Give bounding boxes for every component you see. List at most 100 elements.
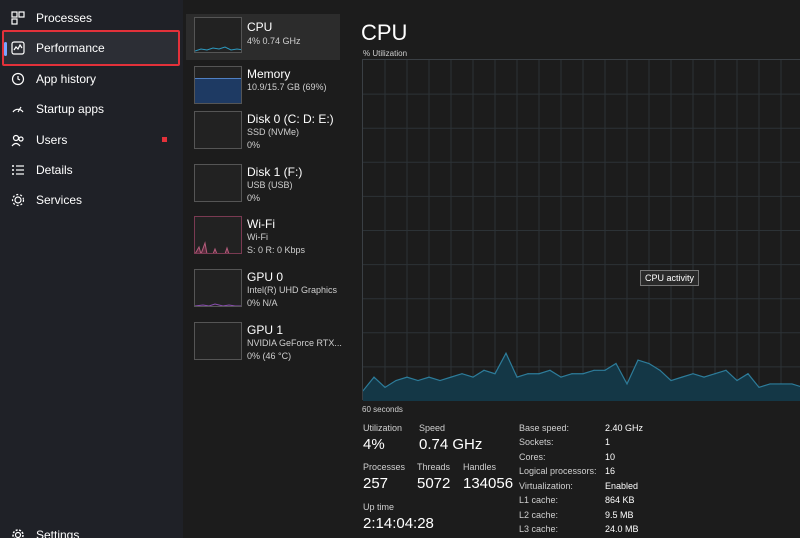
disk0-thumbnail <box>194 111 242 149</box>
sidebar-item-label: App history <box>36 72 97 86</box>
processes-icon <box>10 10 26 26</box>
spec-value: Enabled <box>605 481 639 491</box>
cpu-data-point <box>417 379 419 382</box>
device-detail: SSD (NVMe) <box>247 127 300 137</box>
cpu-data-point <box>494 373 496 375</box>
disk1-thumbnail <box>194 164 242 202</box>
sidebar-item-users[interactable]: Users <box>4 125 179 155</box>
cpu-graph[interactable]: CPU activity <box>362 59 800 401</box>
cpu-data-point <box>692 373 694 375</box>
cpu-data-point <box>593 369 595 371</box>
notification-dot <box>162 137 167 142</box>
services-icon <box>10 192 26 208</box>
device-item-gpu-1[interactable]: GPU 1 NVIDIA GeForce RTX... 0% (46 °C) <box>186 322 342 372</box>
stat-value: 0.74 GHz <box>419 436 483 453</box>
cpu-data-point <box>582 373 584 375</box>
sidebar-item-label: Startup apps <box>36 102 105 116</box>
cpu-data-point <box>483 369 485 371</box>
sidebar-item-processes[interactable]: Processes <box>4 3 179 33</box>
spec-label: Logical processors: <box>519 466 597 476</box>
stat-speed: Speed 0.74 GHz <box>419 423 482 453</box>
sidebar-item-startup-apps[interactable]: Startup apps <box>4 94 179 124</box>
device-item-disk-0[interactable]: Disk 0 (C: D: E:) SSD (NVMe) 0% <box>186 111 340 161</box>
performance-panel: CPU % Utilization CPU activity 60 second… <box>344 0 800 538</box>
cpu-activity-tooltip: CPU activity <box>640 270 700 286</box>
cpu-data-point <box>450 376 452 378</box>
cpu-data-point <box>791 383 793 385</box>
sidebar-item-label: Performance <box>36 41 105 55</box>
cpu-data-point <box>747 373 749 375</box>
time-axis-label: 60 seconds <box>362 405 403 414</box>
device-name: Memory <box>247 67 291 81</box>
spec-value: 1 <box>605 437 611 447</box>
sidebar-item-label: Settings <box>36 528 80 538</box>
cpu-data-point <box>626 383 628 385</box>
stat-label: Up time <box>363 502 395 512</box>
cpu-data-point <box>615 362 617 365</box>
sidebar-item-services[interactable]: Services <box>4 185 179 215</box>
sidebar: Processes Performance App history Startu… <box>0 0 183 538</box>
device-detail: 0% N/A <box>247 298 278 308</box>
device-detail: 10.9/15.7 GB (69%) <box>247 82 327 92</box>
gpu1-thumbnail <box>194 322 242 360</box>
spec-value: 24.0 MB <box>605 524 639 534</box>
device-detail: 4% 0.74 GHz <box>247 36 301 46</box>
device-item-wifi[interactable]: Wi-Fi Wi-Fi S: 0 R: 0 Kbps <box>186 216 340 266</box>
device-detail: USB (USB) <box>247 180 293 190</box>
sidebar-item-app-history[interactable]: App history <box>4 64 179 94</box>
cpu-data-point <box>373 376 375 378</box>
active-indicator <box>4 42 7 56</box>
stat-value: 257 <box>363 475 389 492</box>
cpu-data-point <box>461 373 463 375</box>
cpu-data-point <box>538 373 540 375</box>
spec-value: 9.5 MB <box>605 510 634 520</box>
users-icon <box>10 132 26 148</box>
stat-value: 134056 <box>463 475 514 492</box>
stat-utilization: Utilization 4% <box>363 423 402 453</box>
stat-label: Threads <box>417 462 451 472</box>
device-name: Wi-Fi <box>247 217 275 231</box>
stat-handles: Handles 134056 <box>463 462 513 492</box>
cpu-data-point <box>714 373 716 375</box>
sidebar-item-label: Users <box>36 133 68 147</box>
stat-uptime: Up time 2:14:04:28 <box>363 502 434 532</box>
device-detail: 0% <box>247 140 261 150</box>
sidebar-item-settings[interactable]: Settings <box>4 520 179 538</box>
gear-icon <box>10 527 26 538</box>
stat-value: 4% <box>363 436 385 453</box>
device-detail: Intel(R) UHD Graphics <box>247 285 338 295</box>
wifi-thumbnail <box>194 216 242 254</box>
cpu-data-point <box>659 369 661 371</box>
spec-value: 2.40 GHz <box>605 423 644 433</box>
stat-value: 2:14:04:28 <box>363 515 434 532</box>
device-name: GPU 1 <box>247 323 284 337</box>
cpu-data-point <box>406 376 408 378</box>
cpu-data-point <box>505 352 507 354</box>
stat-processes: Processes 257 <box>363 462 405 492</box>
cpu-data-point <box>703 376 705 378</box>
cpu-data-point <box>527 373 529 375</box>
cpu-data-point <box>769 383 771 385</box>
device-item-cpu[interactable]: CPU 4% 0.74 GHz <box>186 14 340 60</box>
device-item-disk-1[interactable]: Disk 1 (F:) USB (USB) 0% <box>186 164 340 214</box>
sidebar-item-performance[interactable]: Performance <box>2 30 180 66</box>
cpu-thumbnail <box>194 17 242 53</box>
cpu-chart-svg <box>363 60 800 401</box>
startup-icon <box>10 101 26 117</box>
performance-icon <box>10 40 26 56</box>
spec-label: L1 cache: <box>519 495 559 505</box>
device-item-memory[interactable]: Memory 10.9/15.7 GB (69%) <box>186 66 340 116</box>
spec-value: 10 <box>605 452 616 462</box>
cpu-data-point <box>439 379 441 382</box>
device-item-gpu-0[interactable]: GPU 0 Intel(R) UHD Graphics 0% N/A <box>186 269 340 319</box>
device-name: Disk 1 (F:) <box>247 165 303 179</box>
cpu-data-point <box>725 369 727 371</box>
details-icon <box>10 162 26 178</box>
cpu-data-point <box>384 386 386 388</box>
spec-label: Virtualization: <box>519 481 573 491</box>
memory-thumbnail <box>194 66 242 104</box>
cpu-data-point <box>780 383 782 385</box>
sidebar-item-details[interactable]: Details <box>4 155 179 185</box>
stat-label: Handles <box>463 462 497 472</box>
spec-label: L2 cache: <box>519 510 559 520</box>
